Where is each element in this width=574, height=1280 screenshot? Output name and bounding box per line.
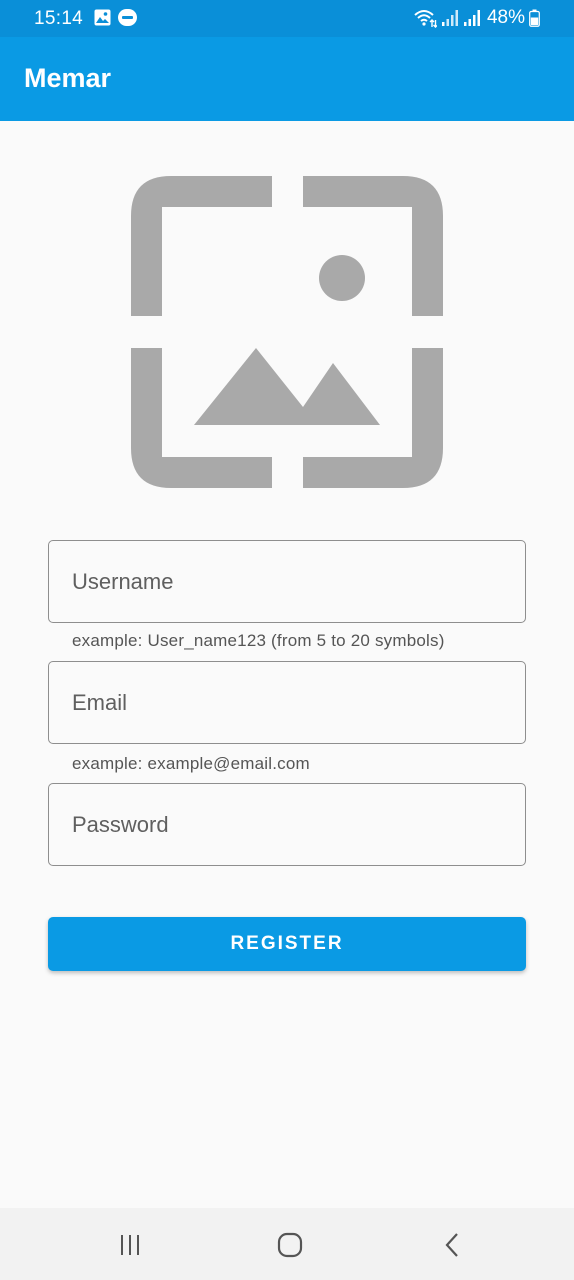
app-title: Memar — [24, 63, 112, 93]
username-field[interactable] — [48, 540, 526, 623]
email-input[interactable] — [49, 662, 525, 743]
battery-percentage: 48% — [486, 7, 525, 28]
recent-apps-button[interactable] — [110, 1230, 150, 1260]
navigation-bar — [0, 1208, 574, 1280]
username-helper-text: example: User_name123 (from 5 to 20 symb… — [72, 631, 445, 650]
signal-icon — [463, 10, 480, 26]
wifi-icon — [414, 10, 437, 28]
battery-icon — [529, 9, 540, 27]
status-time: 15:14 — [34, 8, 84, 29]
signal-icon — [441, 10, 458, 26]
home-button[interactable] — [270, 1230, 310, 1260]
memar-app-icon — [118, 9, 137, 26]
app-bar: Memar — [0, 37, 574, 121]
back-button[interactable] — [432, 1230, 472, 1260]
status-indicators: 48% — [413, 6, 540, 30]
home-icon — [277, 1232, 303, 1258]
image-placeholder-icon — [131, 176, 443, 488]
username-input[interactable] — [49, 541, 525, 622]
register-button[interactable]: REGISTER — [48, 917, 526, 971]
recent-apps-icon — [121, 1235, 139, 1255]
register-screen: 15:14 48% Memar Username example: User_n… — [0, 0, 574, 1280]
password-field[interactable] — [48, 783, 526, 866]
password-input[interactable] — [49, 784, 525, 865]
gallery-icon — [94, 9, 111, 26]
status-bar: 15:14 48% — [0, 0, 574, 37]
email-field[interactable] — [48, 661, 526, 744]
email-helper-text: example: example@email.com — [72, 754, 310, 773]
back-icon — [445, 1233, 458, 1257]
